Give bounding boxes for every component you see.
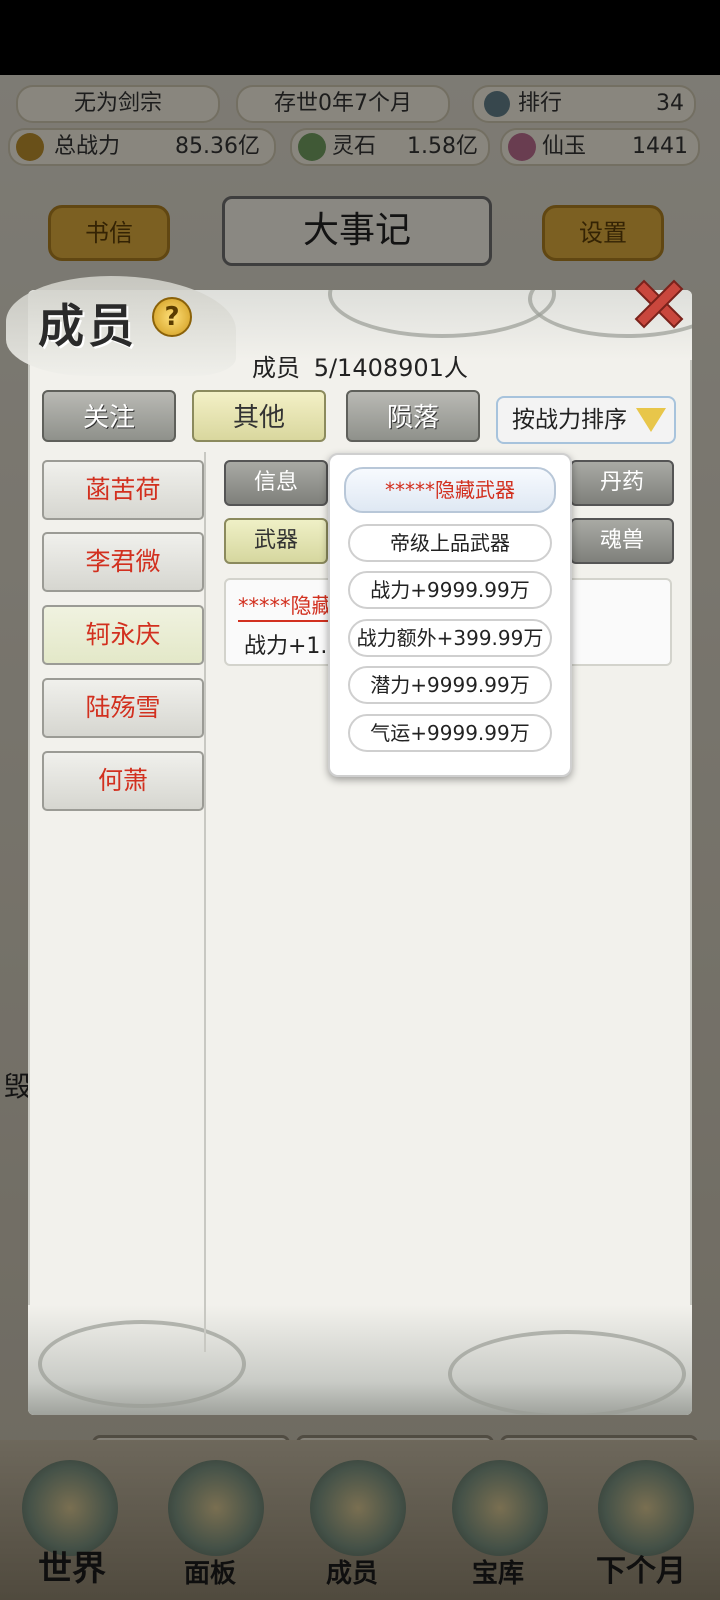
- popover-stat-potential: 潜力+9999.99万: [348, 666, 552, 704]
- member-item[interactable]: 菡苦荷: [42, 460, 204, 520]
- tab-fallen[interactable]: 陨落: [346, 390, 480, 442]
- member-count: 成员 5/1408901人: [0, 348, 720, 383]
- close-icon[interactable]: [628, 275, 688, 335]
- popover-weapon-name: *****隐藏武器: [344, 467, 556, 513]
- cloud-decoration: [448, 1330, 686, 1415]
- list-divider: [204, 452, 206, 1352]
- tab-other[interactable]: 其他: [192, 390, 326, 442]
- help-icon[interactable]: ?: [152, 297, 192, 337]
- subtab-beast[interactable]: 魂兽: [570, 518, 674, 564]
- panel-title: 成员: [38, 299, 138, 353]
- cloud-decoration: [38, 1320, 246, 1408]
- member-count-value: 5/1408901人: [313, 354, 468, 382]
- popover-stat-luck: 气运+9999.99万: [348, 714, 552, 752]
- member-item[interactable]: 轲永庆: [42, 605, 204, 665]
- tab-follow[interactable]: 关注: [42, 390, 176, 442]
- sort-label: 按战力排序: [512, 407, 627, 433]
- popover-weapon-grade: 帝级上品武器: [348, 524, 552, 562]
- weapon-stat: 战力+1.0: [244, 634, 338, 659]
- dropdown-triangle-icon: [636, 408, 666, 432]
- subtab-pills[interactable]: 丹药: [570, 460, 674, 506]
- member-count-label: 成员: [252, 354, 301, 382]
- popover-stat-extra-power: 战力额外+399.99万: [348, 619, 552, 657]
- subtab-weapon[interactable]: 武器: [224, 518, 328, 564]
- member-item[interactable]: 陆殇雪: [42, 678, 204, 738]
- subtab-info[interactable]: 信息: [224, 460, 328, 506]
- popover-stat-power: 战力+9999.99万: [348, 571, 552, 609]
- member-item[interactable]: 何萧: [42, 751, 204, 811]
- sort-dropdown[interactable]: 按战力排序: [496, 396, 676, 444]
- member-item[interactable]: 李君微: [42, 532, 204, 592]
- weapon-name: *****隐藏: [238, 590, 334, 622]
- weapon-detail-popover: *****隐藏武器 帝级上品武器 战力+9999.99万 战力额外+399.99…: [328, 453, 572, 777]
